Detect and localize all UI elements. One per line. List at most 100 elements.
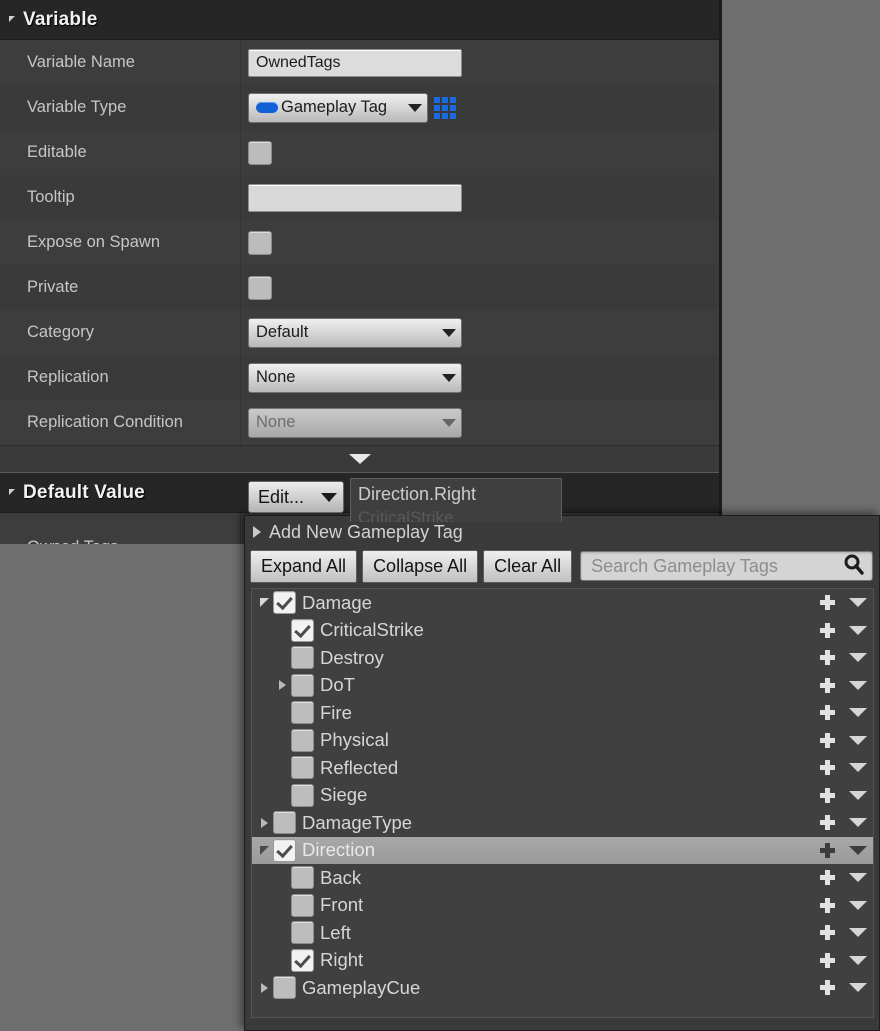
column-splitter[interactable] [240, 40, 241, 85]
show-advanced-expander[interactable] [0, 445, 719, 473]
tag-checkbox[interactable] [291, 948, 314, 972]
tag-checkbox[interactable] [291, 728, 314, 752]
container-grid-icon[interactable] [434, 96, 456, 119]
clear-all-button[interactable]: Clear All [483, 549, 573, 583]
tag-checkbox[interactable] [273, 838, 296, 862]
tag-tree-row[interactable]: Destroy [252, 644, 873, 672]
chevron-down-icon[interactable] [849, 928, 867, 938]
column-splitter[interactable] [240, 130, 241, 175]
column-splitter[interactable] [240, 85, 241, 130]
tree-expander[interactable] [255, 982, 273, 993]
tag-label: Siege [320, 784, 368, 806]
gameplay-tag-tree[interactable]: Damage CriticalStrike Destroy DoT Fire Physic… [251, 588, 874, 1018]
tag-tree-row[interactable]: Direction [252, 836, 873, 864]
chevron-down-icon[interactable] [849, 653, 867, 663]
tag-tree-row[interactable]: DamageType [252, 809, 873, 837]
collapse-triangle-icon[interactable] [9, 488, 15, 495]
tag-checkbox[interactable] [291, 701, 314, 725]
tag-checkbox[interactable] [291, 646, 314, 670]
column-splitter[interactable] [240, 310, 241, 355]
column-splitter[interactable] [240, 175, 241, 220]
chevron-down-icon[interactable] [849, 790, 867, 800]
plus-icon[interactable] [820, 842, 835, 858]
column-splitter[interactable] [240, 400, 241, 445]
chevron-down-icon[interactable] [849, 735, 867, 745]
collapse-all-button[interactable]: Collapse All [362, 549, 479, 583]
tag-tree-row[interactable]: Left [252, 919, 873, 947]
tree-expander[interactable] [273, 680, 291, 691]
plus-icon[interactable] [820, 760, 835, 776]
plus-icon[interactable] [820, 870, 835, 886]
chevron-down-icon[interactable] [849, 955, 867, 965]
search-gameplay-tags-field[interactable]: Search Gameplay Tags [580, 551, 873, 581]
chevron-down-icon[interactable] [849, 983, 867, 993]
chevron-down-icon[interactable] [849, 763, 867, 773]
tag-tree-row[interactable]: Siege [252, 782, 873, 810]
tag-tree-row[interactable]: Right [252, 947, 873, 975]
variable-type-combo[interactable]: Gameplay Tag [248, 92, 428, 123]
plus-icon[interactable] [820, 787, 835, 803]
chevron-right-icon [253, 526, 261, 538]
category-combo[interactable]: Default [248, 317, 462, 348]
add-new-gameplay-tag-expander[interactable]: Add New Gameplay Tag [245, 516, 879, 548]
variable-name-input[interactable]: OwnedTags [248, 48, 462, 77]
plus-icon[interactable] [820, 622, 835, 638]
tag-tree-row[interactable]: Physical [252, 727, 873, 755]
tag-tree-row[interactable]: Front [252, 892, 873, 920]
chevron-down-icon[interactable] [849, 598, 867, 608]
tag-checkbox[interactable] [273, 591, 296, 615]
chevron-down-icon[interactable] [849, 900, 867, 910]
tree-expander[interactable] [255, 845, 273, 855]
tag-tree-row[interactable]: DoT [252, 672, 873, 700]
plus-icon[interactable] [820, 952, 835, 968]
editable-checkbox[interactable] [248, 140, 272, 165]
tag-checkbox[interactable] [291, 673, 314, 697]
tag-checkbox[interactable] [291, 783, 314, 807]
chevron-down-icon[interactable] [849, 873, 867, 883]
expose-on-spawn-checkbox[interactable] [248, 230, 272, 255]
plus-icon[interactable] [820, 650, 835, 666]
chevron-down-icon[interactable] [849, 680, 867, 690]
plus-icon[interactable] [820, 897, 835, 913]
chevron-down-icon[interactable] [849, 845, 867, 855]
chevron-down-icon[interactable] [849, 818, 867, 828]
chevron-down-icon[interactable] [849, 625, 867, 635]
column-splitter[interactable] [240, 220, 241, 265]
tooltip-input[interactable] [248, 183, 462, 212]
tag-checkbox[interactable] [291, 866, 314, 890]
column-splitter[interactable] [240, 513, 241, 544]
plus-icon[interactable] [820, 705, 835, 721]
collapse-triangle-icon[interactable] [9, 15, 15, 22]
tag-tree-row[interactable]: Fire [252, 699, 873, 727]
plus-icon[interactable] [820, 815, 835, 831]
tag-tree-row[interactable]: Damage [252, 589, 873, 617]
private-checkbox[interactable] [248, 275, 272, 300]
plus-icon[interactable] [820, 980, 835, 996]
tag-row-actions [820, 705, 867, 721]
tag-tree-row[interactable]: Back [252, 864, 873, 892]
tag-checkbox[interactable] [291, 921, 314, 945]
tag-checkbox[interactable] [291, 756, 314, 780]
chevron-down-icon[interactable] [849, 708, 867, 718]
replication-combo[interactable]: None [248, 362, 462, 393]
plus-icon[interactable] [820, 732, 835, 748]
owned-tags-edit-button[interactable]: Edit... [248, 481, 344, 513]
column-splitter[interactable] [240, 355, 241, 400]
variable-section-header[interactable]: Variable [0, 0, 719, 40]
tag-tree-row[interactable]: CriticalStrike [252, 617, 873, 645]
tag-checkbox[interactable] [291, 893, 314, 917]
expand-all-button[interactable]: Expand All [250, 549, 358, 583]
tag-checkbox[interactable] [273, 976, 296, 1000]
tree-expander[interactable] [255, 598, 273, 608]
plus-icon[interactable] [820, 595, 835, 611]
replication-value: None [256, 368, 296, 386]
tag-tree-row[interactable]: Reflected [252, 754, 873, 782]
tag-checkbox[interactable] [291, 618, 314, 642]
tag-tree-row[interactable]: GameplayCue [252, 974, 873, 1002]
plus-icon[interactable] [820, 925, 835, 941]
tree-expander[interactable] [255, 817, 273, 828]
chevron-right-icon [278, 680, 286, 691]
column-splitter[interactable] [240, 265, 241, 310]
plus-icon[interactable] [820, 677, 835, 693]
tag-checkbox[interactable] [273, 811, 296, 835]
